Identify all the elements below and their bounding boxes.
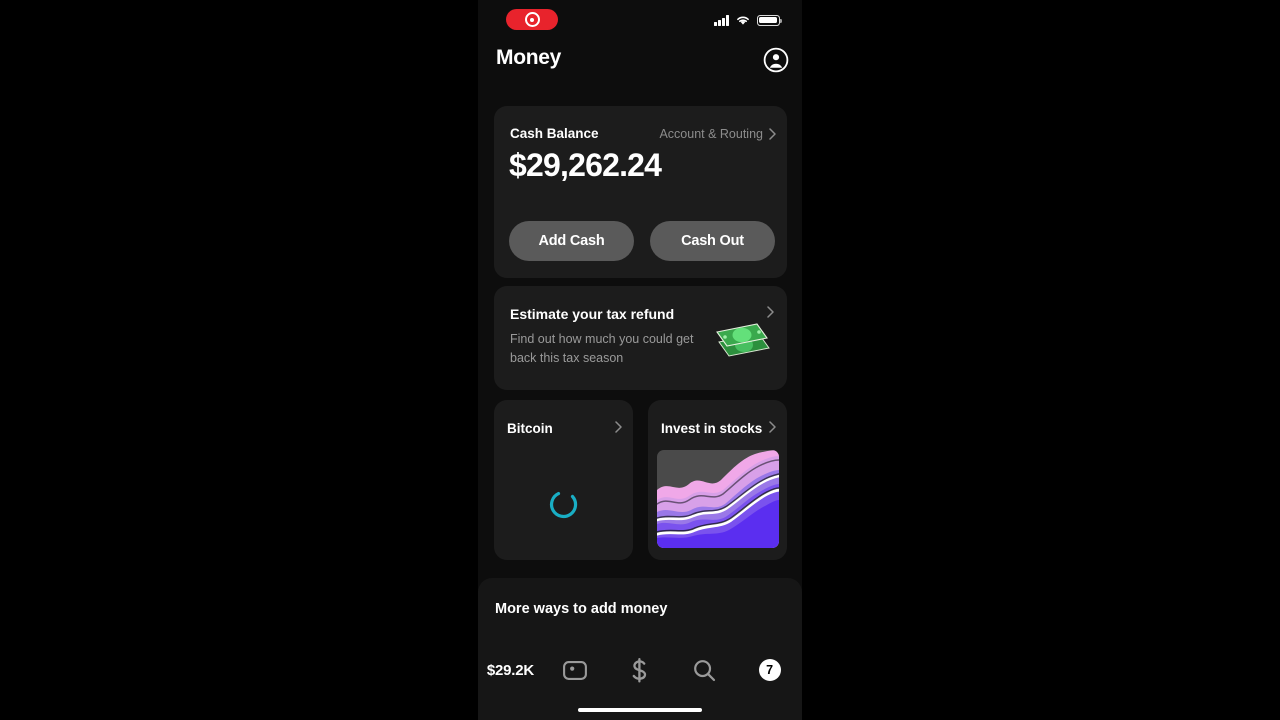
activity-badge: 7 xyxy=(758,659,781,681)
tab-payments[interactable] xyxy=(608,650,673,690)
invest-stocks-card[interactable]: Invest in stocks xyxy=(648,400,787,560)
chevron-right-icon xyxy=(769,128,776,140)
battery-full-icon xyxy=(757,14,783,26)
status-icons xyxy=(714,12,783,26)
record-dot-icon xyxy=(530,17,534,22)
search-icon xyxy=(694,659,716,681)
cellular-signal-icon xyxy=(714,15,729,26)
tab-money[interactable]: $29.2K xyxy=(478,650,543,690)
stacked-banknotes-icon xyxy=(716,323,770,357)
add-cash-button[interactable]: Add Cash xyxy=(509,221,634,261)
chevron-right-icon xyxy=(767,306,774,318)
wifi-icon xyxy=(737,16,749,25)
phone-screen: Money Cash Balance Account & Routing $29… xyxy=(478,0,802,720)
tax-refund-card[interactable]: Estimate your tax refund Find out how mu… xyxy=(494,286,787,390)
card-icon xyxy=(563,660,588,680)
tax-refund-subtitle: Find out how much you could get back thi… xyxy=(510,332,694,365)
record-ring-icon xyxy=(524,12,540,27)
screenshot-stage: Money Cash Balance Account & Routing $29… xyxy=(0,0,1280,720)
screen-recording-indicator[interactable] xyxy=(506,9,558,30)
more-ways-sheet: More ways to add money $29.2K 7 xyxy=(478,578,802,720)
tab-activity[interactable]: 7 xyxy=(737,650,802,690)
account-routing-link[interactable]: Account & Routing xyxy=(654,127,776,141)
bottom-tab-bar: $29.2K 7 xyxy=(478,650,802,690)
account-circle-icon[interactable] xyxy=(763,47,789,73)
tab-money-label: $29.2K xyxy=(486,661,534,679)
bitcoin-title: Bitcoin xyxy=(507,421,553,436)
cash-out-button[interactable]: Cash Out xyxy=(650,221,775,261)
page-title: Money xyxy=(496,46,562,69)
bitcoin-card[interactable]: Bitcoin xyxy=(494,400,633,560)
account-routing-label: Account & Routing xyxy=(659,127,763,141)
status-bar xyxy=(478,0,802,38)
chevron-right-icon xyxy=(615,421,622,433)
chevron-right-icon xyxy=(769,421,776,433)
home-indicator xyxy=(578,707,702,712)
tax-refund-title: Estimate your tax refund xyxy=(510,306,675,322)
dollar-sign-icon xyxy=(633,657,647,683)
more-ways-title: More ways to add money xyxy=(495,601,668,617)
cash-balance-card: Cash Balance Account & Routing $29,262.2… xyxy=(494,106,787,278)
cash-balance-actions: Add Cash Cash Out xyxy=(509,221,775,261)
page-header: Money xyxy=(478,44,802,92)
stock-chart-art xyxy=(657,450,779,548)
cash-balance-amount: $29,262.24 xyxy=(509,147,662,183)
invest-stocks-title: Invest in stocks xyxy=(661,421,763,436)
tab-card[interactable] xyxy=(543,650,608,690)
loading-spinner-icon xyxy=(549,492,577,519)
tab-search[interactable] xyxy=(672,650,737,690)
cash-balance-label: Cash Balance xyxy=(510,126,599,141)
